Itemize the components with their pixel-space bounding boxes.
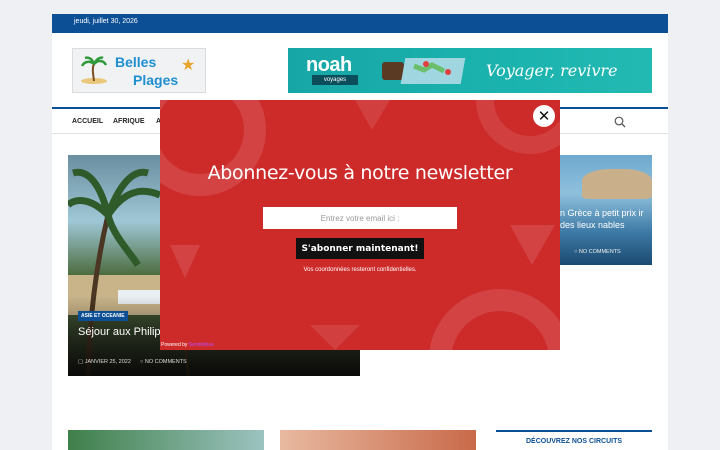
side-post-comments-text: NO COMMENTS [578,249,621,255]
powered-prefix: Powered by [161,342,188,348]
powered-by[interactable]: Powered by Sendinblue [161,342,214,348]
banner-brand: noah [306,54,352,76]
privacy-note: Vos coordonnées resteront confidentielle… [303,267,417,273]
banner-slogan: Voyager, revivre [486,61,618,80]
sidebar-widget-title: DÉCOUVREZ NOS CIRCUITS [496,430,652,450]
current-date: jeudi, juillet 30, 2026 [74,18,138,25]
site-logo[interactable]: Belles Plages ★ [72,48,206,93]
post-date: ▢ JANVIER 25, 2022 [78,359,131,365]
newsletter-heading: Abonnez-vous à notre newsletter [207,162,513,184]
palm-tree-icon [80,56,108,84]
logo-line2: Plages [133,72,179,88]
email-field[interactable] [263,207,457,229]
powered-brand: Sendinblue [188,342,214,348]
close-icon[interactable]: ✕ [533,105,555,127]
newsletter-modal: Abonnez-vous à notre newsletter S'abonne… [160,100,560,350]
side-post-card[interactable]: n Grèce à petit prix ir des lieux nables… [560,155,652,265]
nav-item-accueil[interactable]: ACCUEIL [72,118,103,125]
ad-banner[interactable]: noah voyages Voyager, revivre [288,48,652,93]
banner-sub: voyages [312,75,358,85]
category-badge[interactable]: ASIE ET OCEANIE [78,311,128,321]
side-post-image [582,169,652,199]
top-bar: jeudi, juillet 30, 2026 [52,14,668,33]
side-post-comments[interactable]: ○ NO COMMENTS [574,249,621,255]
search-icon[interactable] [614,116,626,128]
post-thumbnail[interactable] [68,430,264,450]
subscribe-button[interactable]: S'abonner maintenant! [296,238,424,259]
post-comments-text: NO COMMENTS [144,359,187,365]
logo-line1: Belles [115,54,157,70]
map-suitcase-icon [382,58,466,84]
starfish-icon: ★ [181,57,196,74]
post-thumbnail[interactable] [280,430,476,450]
post-date-text: JANVIER 25, 2022 [84,359,131,365]
side-post-title[interactable]: n Grèce à petit prix ir des lieux nables [560,207,652,231]
nav-item-afrique[interactable]: AFRIQUE [113,118,145,125]
sidebar-heading: DÉCOUVREZ NOS CIRCUITS [525,438,623,445]
post-comments[interactable]: ○ NO COMMENTS [140,359,187,365]
